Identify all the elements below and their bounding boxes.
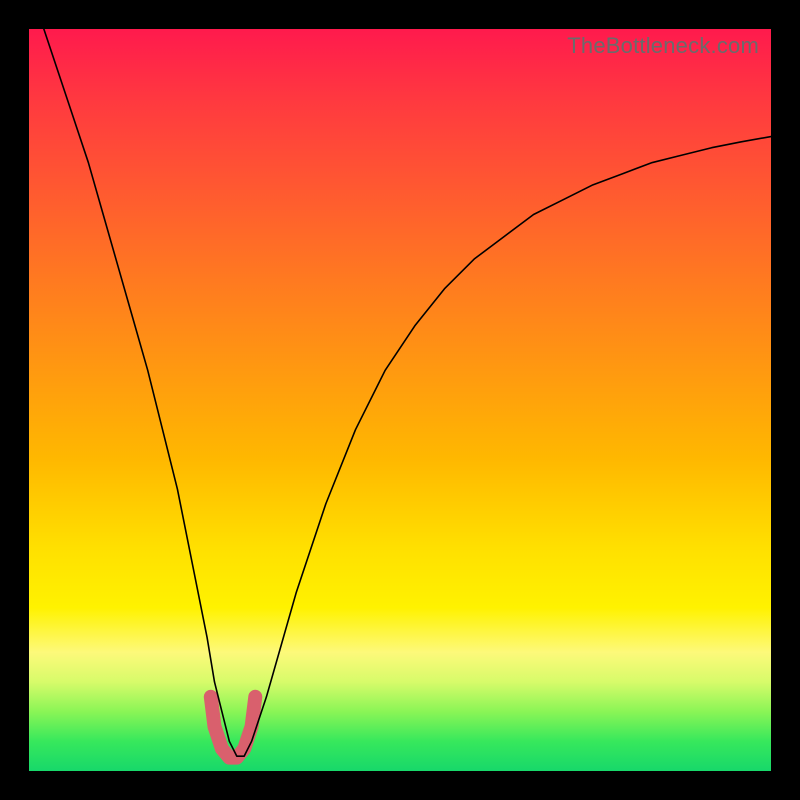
bottleneck-curve-line	[44, 29, 771, 756]
chart-svg	[29, 29, 771, 771]
chart-plot-area: TheBottleneck.com	[29, 29, 771, 771]
